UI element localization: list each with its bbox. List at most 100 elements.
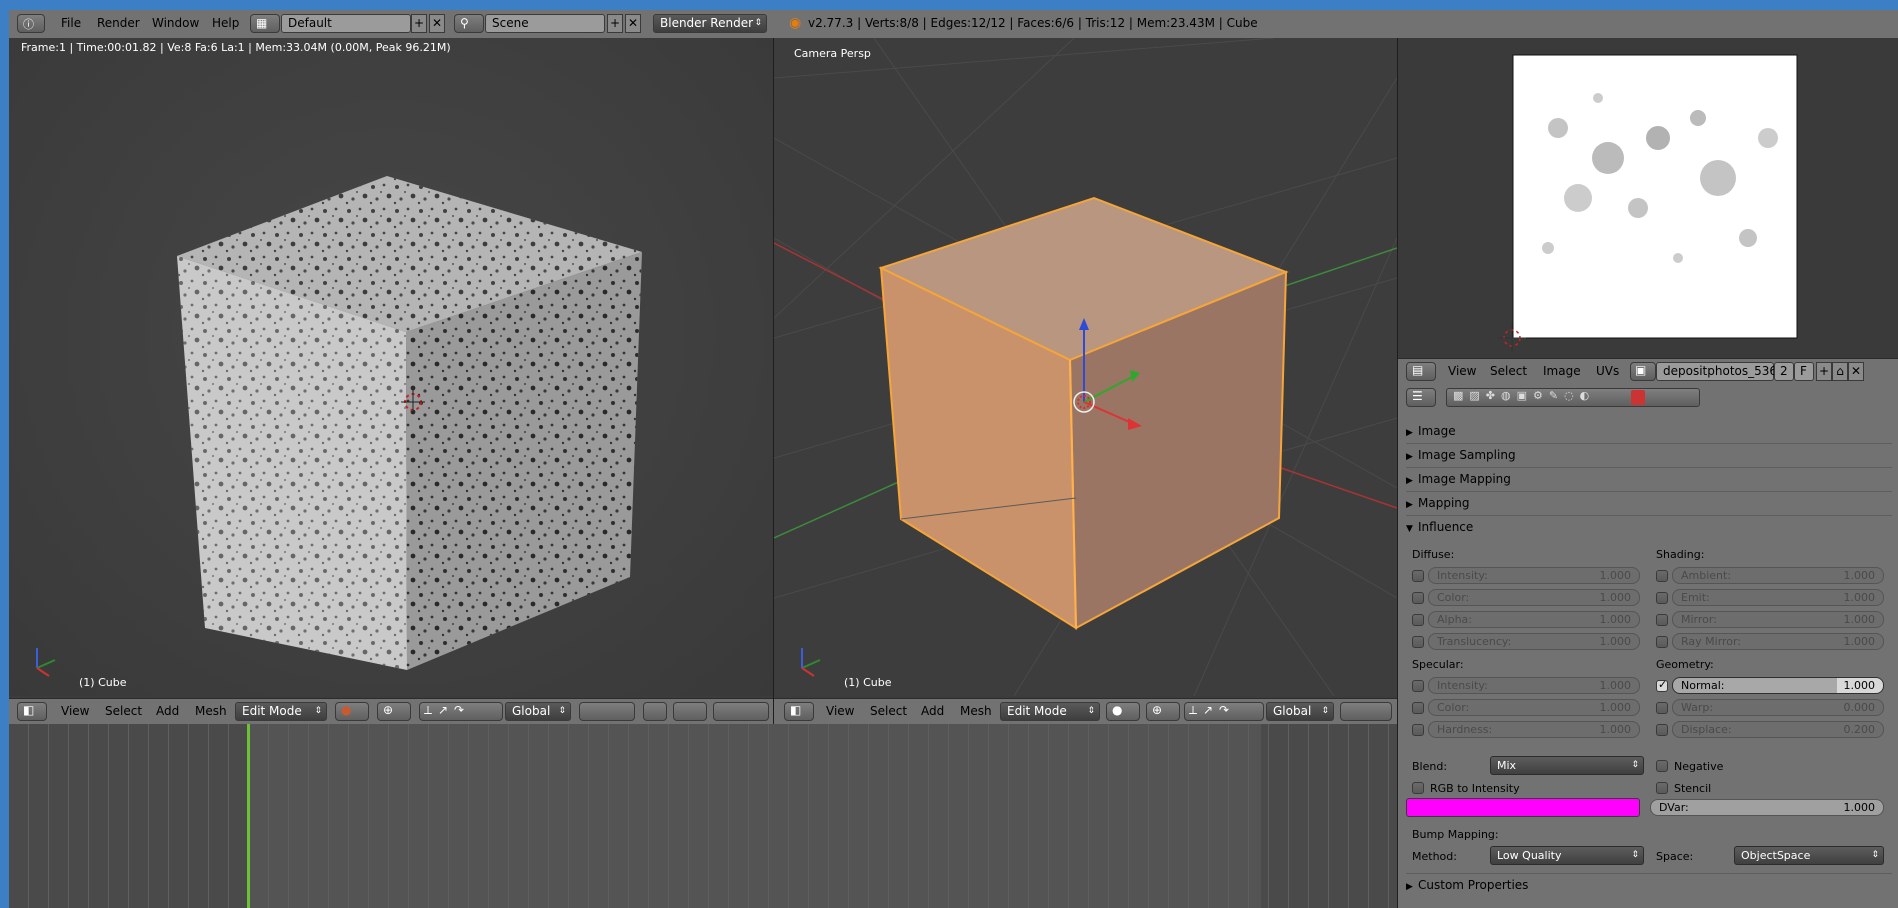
shading-ray-mirror-checkbox[interactable]: [1656, 636, 1668, 648]
menu-add[interactable]: Add: [921, 704, 944, 718]
texture-tab-icon[interactable]: [1631, 390, 1645, 405]
orientation-select[interactable]: Global ⇕: [1266, 702, 1334, 721]
specular-hardness-slider[interactable]: Hardness: 1.000: [1428, 721, 1640, 738]
current-frame-line[interactable]: [247, 724, 250, 908]
diffuse-translucency-checkbox[interactable]: [1412, 636, 1424, 648]
shading-mirror-slider[interactable]: Mirror: 1.000: [1672, 611, 1884, 628]
pivot-select[interactable]: ⊕: [377, 702, 411, 721]
unlink-image-icon[interactable]: ✕: [1848, 362, 1864, 381]
blend-color-swatch[interactable]: [1406, 798, 1640, 817]
snap-element-button[interactable]: [673, 702, 707, 721]
remove-layout-icon[interactable]: ✕: [429, 14, 445, 33]
shading-emit-checkbox[interactable]: [1656, 592, 1668, 604]
fake-user-button[interactable]: F: [1794, 362, 1814, 381]
diffuse-alpha-checkbox[interactable]: [1412, 614, 1424, 626]
layer-buttons[interactable]: [579, 702, 635, 721]
diffuse-translucency-slider[interactable]: Translucency: 1.000: [1428, 633, 1640, 650]
image-users-count[interactable]: 2: [1774, 362, 1794, 381]
scene-browse[interactable]: ⚲: [454, 14, 484, 33]
shading-ray-mirror-slider[interactable]: Ray Mirror: 1.000: [1672, 633, 1884, 650]
open-image-icon[interactable]: ⌂: [1832, 362, 1848, 381]
specular-intensity-slider[interactable]: Intensity: 1.000: [1428, 677, 1640, 694]
specular-color-slider[interactable]: Color: 1.000: [1428, 699, 1640, 716]
mode-select[interactable]: Edit Mode ⇕: [235, 702, 327, 721]
specular-color-checkbox[interactable]: [1412, 702, 1424, 714]
blend-select[interactable]: Mix ⇕: [1490, 756, 1644, 775]
manipulator-buttons[interactable]: ⟂↗↷: [1184, 702, 1264, 721]
panel-image-mapping-header[interactable]: ▶ Image Mapping: [1406, 468, 1892, 490]
editor-type-button[interactable]: ☰: [1406, 388, 1436, 407]
shading-ambient-slider[interactable]: Ambient: 1.000: [1672, 567, 1884, 584]
menu-file[interactable]: File: [61, 16, 81, 30]
add-scene-icon[interactable]: +: [607, 14, 623, 33]
pivot-select[interactable]: ⊕: [1146, 702, 1180, 721]
menu-image[interactable]: Image: [1543, 364, 1581, 378]
shading-mirror-checkbox[interactable]: [1656, 614, 1668, 626]
menu-mesh[interactable]: Mesh: [195, 704, 227, 718]
diffuse-intensity-slider[interactable]: Intensity: 1.000: [1428, 567, 1640, 584]
bump-method-select[interactable]: Low Quality ⇕: [1490, 846, 1644, 865]
geometry-displace-slider[interactable]: Displace: 0.200: [1672, 721, 1884, 738]
menu-render[interactable]: Render: [97, 16, 140, 30]
menu-view[interactable]: View: [826, 704, 854, 718]
manipulator-buttons[interactable]: ⟂↗↷: [419, 702, 503, 721]
stencil-checkbox[interactable]: [1656, 782, 1668, 794]
timeline-area[interactable]: [9, 724, 1397, 908]
menu-select[interactable]: Select: [1490, 364, 1527, 378]
shading-ambient-checkbox[interactable]: [1656, 570, 1668, 582]
specular-intensity-checkbox[interactable]: [1412, 680, 1424, 692]
editor-type-button[interactable]: ◧: [17, 702, 47, 721]
properties-context-tabs[interactable]: ▩▨✤◍▣⚙✎◌◐: [1446, 388, 1700, 407]
geometry-normal-slider[interactable]: Normal: 1.000: [1672, 677, 1884, 694]
diffuse-alpha-slider[interactable]: Alpha: 1.000: [1428, 611, 1640, 628]
proportional-edit-button[interactable]: [643, 702, 667, 721]
screen-layout-browse[interactable]: ▦: [250, 14, 280, 33]
panel-mapping-header[interactable]: ▶ Mapping: [1406, 492, 1892, 514]
scene-field[interactable]: Scene: [485, 14, 605, 33]
geometry-normal-checkbox[interactable]: ✓: [1656, 678, 1668, 692]
menu-add[interactable]: Add: [156, 704, 179, 718]
menu-select[interactable]: Select: [105, 704, 142, 718]
menu-mesh[interactable]: Mesh: [960, 704, 992, 718]
mode-select[interactable]: Edit Mode ⇕: [1000, 702, 1100, 721]
panel-image-sampling-header[interactable]: ▶ Image Sampling: [1406, 444, 1892, 466]
menu-select[interactable]: Select: [870, 704, 907, 718]
dvar-slider[interactable]: DVar: 1.000: [1650, 799, 1884, 816]
image-editor-view[interactable]: [1398, 38, 1898, 358]
menu-view[interactable]: View: [61, 704, 89, 718]
shading-select[interactable]: ●: [1106, 702, 1140, 721]
menu-help[interactable]: Help: [212, 16, 239, 30]
shading-emit-slider[interactable]: Emit: 1.000: [1672, 589, 1884, 606]
diffuse-intensity-checkbox[interactable]: [1412, 570, 1424, 582]
bump-space-select[interactable]: ObjectSpace ⇕: [1734, 846, 1884, 865]
geometry-warp-checkbox[interactable]: [1656, 702, 1668, 714]
rgb-to-intensity-checkbox[interactable]: [1412, 782, 1424, 794]
geometry-displace-checkbox[interactable]: [1656, 724, 1668, 736]
editor-type-button[interactable]: ◧: [784, 702, 814, 721]
new-image-icon[interactable]: +: [1816, 362, 1832, 381]
render-engine-select[interactable]: Blender Render ⇕: [653, 14, 767, 33]
add-layout-icon[interactable]: +: [411, 14, 427, 33]
panel-influence-header[interactable]: ▼ Influence: [1406, 516, 1892, 538]
layer-buttons[interactable]: [1340, 702, 1392, 721]
viewport-left[interactable]: Frame:1 | Time:00:01.82 | Ve:8 Fa:6 La:1…: [9, 38, 773, 696]
shading-select[interactable]: ●: [335, 702, 369, 721]
panel-custom-properties-header[interactable]: ▶ Custom Properties: [1406, 874, 1892, 896]
menu-uvs[interactable]: UVs: [1596, 364, 1619, 378]
orientation-select[interactable]: Global ⇕: [505, 702, 571, 721]
viewport-right[interactable]: Camera Persp (1) Cube: [774, 38, 1397, 696]
panel-image-header[interactable]: ▶ Image: [1406, 420, 1892, 442]
menu-view[interactable]: View: [1448, 364, 1476, 378]
specular-hardness-checkbox[interactable]: [1412, 724, 1424, 736]
image-browse-button[interactable]: ▣: [1630, 362, 1656, 381]
remove-scene-icon[interactable]: ✕: [625, 14, 641, 33]
image-name-field[interactable]: depositphotos_536...: [1656, 362, 1788, 381]
menu-window[interactable]: Window: [152, 16, 199, 30]
editor-type-button[interactable]: ▤: [1406, 362, 1436, 381]
snap-options-buttons[interactable]: [713, 702, 769, 721]
diffuse-color-slider[interactable]: Color: 1.000: [1428, 589, 1640, 606]
geometry-warp-slider[interactable]: Warp: 0.000: [1672, 699, 1884, 716]
editor-type-button[interactable]: ⓘ: [17, 14, 45, 33]
negative-checkbox[interactable]: [1656, 760, 1668, 772]
diffuse-color-checkbox[interactable]: [1412, 592, 1424, 604]
